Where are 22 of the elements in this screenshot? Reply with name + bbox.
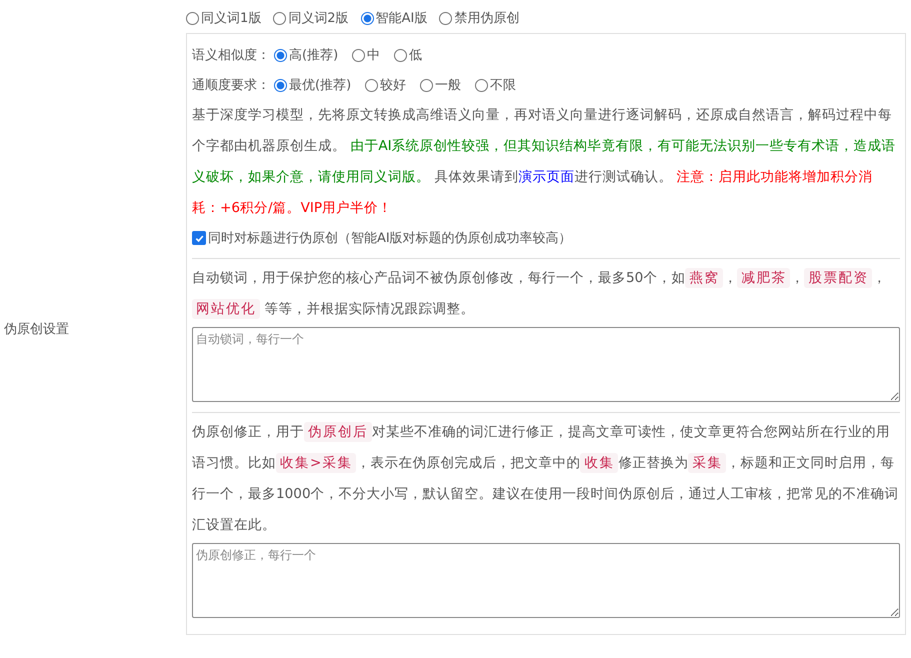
lock-words-description: 自动锁词，用于保护您的核心产品词不被伪原创修改，每行一个，最多50个，如 燕窝 ， 减肥茶 ， 股票配资 ， 网站优化 等等，并根据实际情况跟踪调整。 <box>192 267 888 321</box>
corrections-description: 伪原创修正，用于 伪原创后 对某些不准确的词汇进行修正，提高文章可读性，使文章更符合您网站所在行业的用语习惯。比如 收集>采集 ，表示在伪原创完成后，把文章中的 收集 修正替换为 采集 ，标题和正文同时启用，每行一个，最多1000个，不分大小写，默认留空。建议在使用一段时间伪原创后，通过人工审核，把常见的不准确词汇设置在此。 <box>192 421 900 535</box>
lock-words-field[interactable]: 自动锁词，每行一个 <box>192 327 900 402</box>
checkmark-icon <box>194 232 204 244</box>
field-label: 通顺度要求： <box>192 77 270 94</box>
description-text: 基于深度学习模型，先将原文转换成高维语义向量，再对语义向量进行逐词解码，还原成自然语言，解码过程中每个字都由机器原创生成。 由于AI系统原创性较强，但其知识结构毕竟有限，有可能无法识别一些专有术语，造成语义破坏，如果介意，请使用同义词版。 具体效果请到演示页面进行测试确认。 注意：启用此功能将增加积分消耗：+6积分/篇。VIP用户半价！ <box>192 106 897 218</box>
radio-option[interactable]: 不限 <box>475 76 516 94</box>
radio-option[interactable]: 禁用伪原创 <box>439 9 520 27</box>
radio-option[interactable]: 较好 <box>365 76 406 94</box>
radio-option[interactable]: 中 <box>352 46 380 64</box>
radio-option[interactable]: 最优(推荐) <box>274 76 352 94</box>
radio-option[interactable]: 一般 <box>420 76 462 94</box>
corrections-field[interactable]: 伪原创修正，每行一个 <box>192 543 900 618</box>
radio-option[interactable]: 智能AI版 <box>360 9 428 27</box>
radio-option[interactable]: 同义词2版 <box>273 9 349 27</box>
title-checkbox[interactable]: 同时对标题进行伪原创（智能AI版对标题的伪原创成功率较高） <box>192 224 572 252</box>
radio-option[interactable]: 同义词1版 <box>186 9 262 27</box>
section-label: 伪原创设置 <box>4 321 69 338</box>
field-label: 语义相似度： <box>192 47 270 64</box>
radio-option[interactable]: 高(推荐) <box>274 46 338 64</box>
demo-page-link[interactable]: 演示页面 <box>518 169 574 185</box>
radio-option[interactable]: 低 <box>394 46 422 64</box>
